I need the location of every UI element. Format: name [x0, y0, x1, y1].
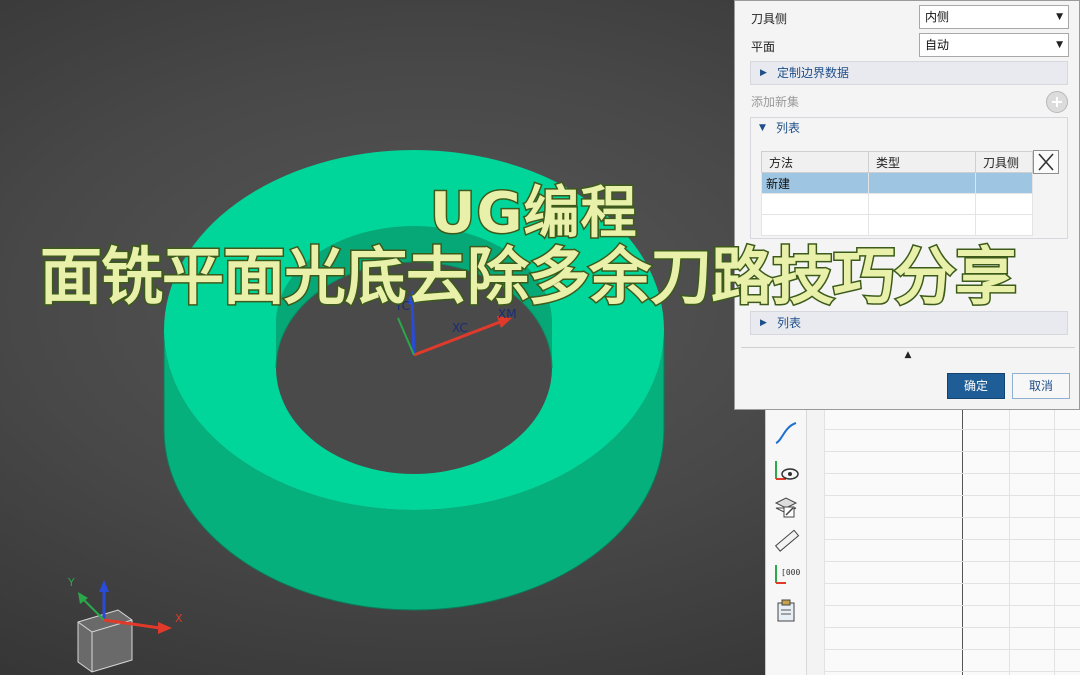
ruler-icon[interactable]	[772, 527, 800, 555]
tool-side-select[interactable]: 内侧 ▼	[919, 5, 1069, 29]
table-cell	[975, 193, 1033, 215]
chevron-up-icon: ▲	[904, 350, 912, 360]
custom-boundary-section[interactable]: ▶ 定制边界数据	[750, 61, 1068, 85]
table-cell	[761, 193, 869, 215]
column-header[interactable]: 方法	[761, 151, 869, 173]
chevron-down-icon: ▼	[1056, 40, 1063, 50]
triad-x-label: X	[175, 612, 183, 625]
table-row[interactable]: 新建	[761, 172, 1033, 194]
layer-edit-icon[interactable]	[772, 493, 800, 521]
clipboard-icon[interactable]	[772, 597, 800, 625]
table-row[interactable]	[761, 193, 1033, 215]
remove-button[interactable]	[1033, 150, 1059, 174]
custom-boundary-label: 定制边界数据	[777, 66, 850, 80]
add-new-set-label: 添加新集	[751, 95, 800, 109]
tool-side-label: 刀具侧	[751, 12, 788, 26]
view-triad: X Y	[67, 576, 183, 673]
chevron-down-icon: ▼	[1056, 12, 1063, 22]
attribute-grid	[824, 405, 1080, 675]
list-section-header[interactable]: ▼ 列表	[750, 117, 1068, 141]
overlay-title-line2: 面铣平面光底去除多余刀路技巧分享	[38, 239, 1018, 315]
axis-eye-icon[interactable]	[772, 457, 800, 485]
table-cell	[868, 172, 976, 194]
column-header[interactable]: 刀具侧	[975, 151, 1033, 173]
boundary-dialog: 刀具侧 内侧 ▼ 平面 自动 ▼ ▶ 定制边界数据 添加新集 + ▼ 列表 方法…	[734, 0, 1080, 410]
collapse-dialog-bar[interactable]: ▲	[741, 347, 1075, 362]
navigator-panel: [000]	[765, 405, 1080, 675]
plane-value: 自动	[925, 38, 950, 52]
tool-side-value: 内侧	[925, 10, 950, 24]
list-collapsed-label: 列表	[777, 316, 802, 330]
xc-label: XC	[452, 321, 468, 335]
set-list-table: 方法 类型 刀具侧 新建	[761, 151, 1033, 236]
resource-toolstrip: [000]	[766, 405, 807, 675]
curve-icon[interactable]	[772, 419, 800, 447]
svg-text:[000]: [000]	[781, 568, 800, 577]
plane-label: 平面	[751, 40, 776, 54]
plus-icon: +	[1050, 92, 1064, 111]
axis-numeric-icon[interactable]: [000]	[772, 561, 800, 589]
plane-select[interactable]: 自动 ▼	[919, 33, 1069, 57]
ok-button[interactable]: 确定	[947, 373, 1005, 399]
add-set-button[interactable]: +	[1046, 91, 1068, 113]
cancel-button[interactable]: 取消	[1012, 373, 1070, 399]
table-cell: 新建	[761, 172, 869, 194]
expand-right-icon: ▶	[760, 68, 767, 78]
table-cell	[868, 193, 976, 215]
triad-y-label: Y	[67, 576, 75, 589]
close-icon	[1038, 153, 1054, 171]
expand-down-icon: ▼	[759, 123, 766, 133]
table-header-row: 方法 类型 刀具侧	[761, 151, 1033, 173]
column-header[interactable]: 类型	[868, 151, 976, 173]
table-cell	[975, 172, 1033, 194]
list-section-label: 列表	[776, 121, 801, 135]
